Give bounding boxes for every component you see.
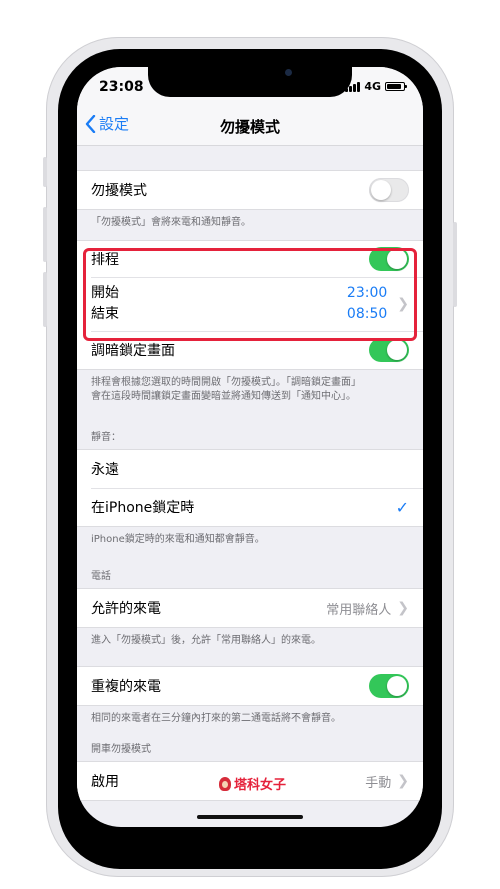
dim-lock-screen-toggle[interactable] (369, 338, 409, 362)
network-type: 4G (364, 80, 381, 93)
dnd-group: 勿擾模式 (77, 170, 423, 210)
to-time-value: 08:50 (346, 306, 388, 322)
allow-calls-footer: 進入「勿擾模式」後，允許「常用聯絡人」的來電。 (91, 635, 321, 646)
home-indicator[interactable] (197, 815, 303, 819)
battery-icon (385, 82, 407, 91)
silence-always-row[interactable]: 永遠 (77, 450, 423, 488)
to-label: 結束 (91, 306, 119, 322)
driving-header: 開車勿擾模式 (91, 744, 151, 755)
from-time-value: 23:00 (346, 285, 388, 301)
phone-screen: 23:08 4G 設定 勿擾模式 勿擾模式 「勿擾模式」會將來電和通知靜音。 排… (77, 67, 423, 827)
allow-calls-value: 常用聯絡人 (326, 602, 392, 618)
avatar-icon (219, 776, 231, 791)
chevron-right-icon: ❯ (397, 296, 409, 312)
notch (148, 67, 352, 97)
repeated-calls-footer: 相同的來電者在三分鐘內打來的第二通電話將不會靜音。 (91, 713, 341, 724)
silence-footer: iPhone鎖定時的來電和通知都會靜音。 (91, 534, 265, 545)
volume-down-button (43, 272, 47, 327)
mute-switch (43, 157, 47, 187)
chevron-right-icon: ❯ (397, 600, 409, 616)
chevron-right-icon: ❯ (397, 773, 409, 789)
dnd-footer: 「勿擾模式」會將來電和通知靜音。 (91, 217, 251, 228)
watermark: 塔科女子 (215, 773, 291, 794)
allow-calls-group: 允許的來電 常用聯絡人 ❯ (77, 588, 423, 628)
volume-up-button (43, 207, 47, 262)
dnd-label: 勿擾模式 (91, 183, 147, 199)
settings-list: 勿擾模式 「勿擾模式」會將來電和通知靜音。 排程 開始 結束 23:00 08:… (77, 146, 423, 801)
schedule-row: 排程 (77, 241, 423, 277)
repeated-calls-label: 重複的來電 (91, 679, 161, 695)
power-button (453, 222, 457, 307)
silence-header: 靜音： (91, 432, 121, 443)
silence-locked-label: 在iPhone鎖定時 (91, 500, 195, 516)
driving-activate-value: 手動 (365, 775, 392, 791)
dim-label: 調暗鎖定畫面 (91, 343, 175, 359)
dim-lock-screen-row: 調暗鎖定畫面 (77, 331, 423, 369)
silence-locked-row[interactable]: 在iPhone鎖定時 ✓ (77, 488, 423, 526)
allow-calls-label: 允許的來電 (91, 601, 161, 617)
navigation-bar: 設定 勿擾模式 (77, 107, 423, 146)
from-label: 開始 (91, 285, 119, 301)
phone-header: 電話 (91, 571, 111, 582)
allow-calls-row[interactable]: 允許的來電 常用聯絡人 ❯ (77, 589, 423, 627)
repeated-calls-toggle[interactable] (369, 674, 409, 698)
schedule-label: 排程 (91, 252, 119, 268)
checkmark-icon: ✓ (395, 497, 409, 517)
schedule-group: 排程 開始 結束 23:00 08:50 ❯ 調暗鎖定畫面 (77, 240, 423, 370)
repeated-calls-group: 重複的來電 (77, 666, 423, 706)
silence-always-label: 永遠 (91, 462, 119, 478)
repeated-calls-row: 重複的來電 (77, 667, 423, 705)
silence-group: 永遠 在iPhone鎖定時 ✓ (77, 449, 423, 527)
dnd-toggle[interactable] (369, 178, 409, 202)
schedule-toggle[interactable] (369, 247, 409, 271)
status-time: 23:08 (99, 79, 144, 95)
schedule-time-row[interactable]: 開始 結束 23:00 08:50 ❯ (77, 277, 423, 331)
camera-icon (285, 69, 292, 76)
schedule-footer: 排程會根據您選取的時間開啟「勿擾模式」。「調暗鎖定畫面」 會在這段時間讓鎖定畫面… (91, 377, 361, 402)
page-title: 勿擾模式 (219, 118, 280, 136)
dnd-row: 勿擾模式 (77, 171, 423, 209)
